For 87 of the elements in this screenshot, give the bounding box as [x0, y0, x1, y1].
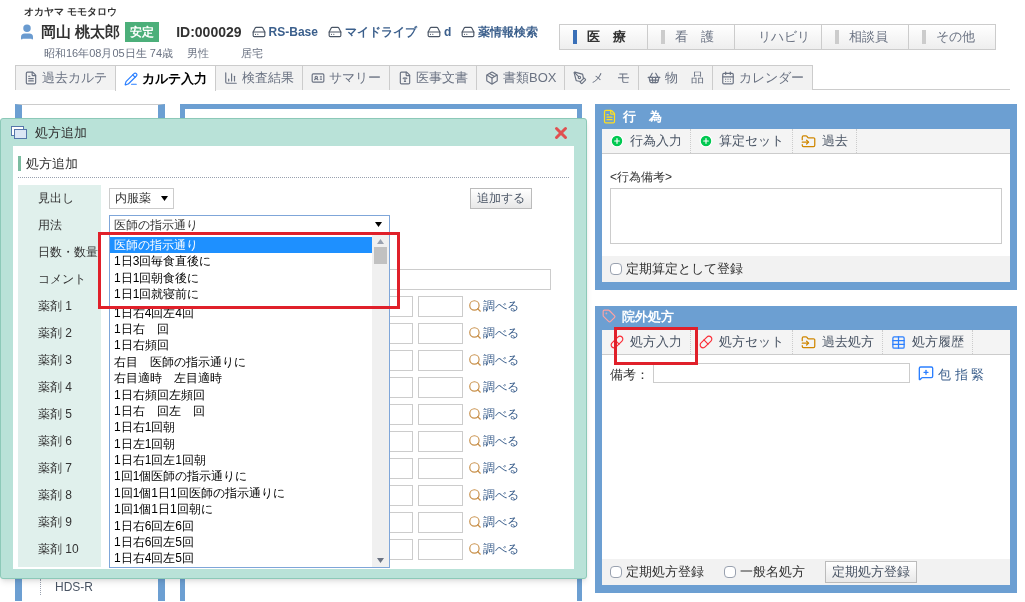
- main-tab[interactable]: 医事文書: [389, 65, 477, 90]
- form-label: 薬剤 8: [38, 487, 73, 504]
- form-label: 見出し: [38, 190, 75, 207]
- department-tab[interactable]: リハビリ: [734, 25, 821, 49]
- toolbar-button[interactable]: 処方履歴: [883, 330, 973, 354]
- form-label: コメント: [38, 271, 87, 288]
- dropdown-option[interactable]: 1日右6回左5回: [110, 534, 372, 551]
- main-tab[interactable]: サマリー: [302, 65, 390, 90]
- add-button[interactable]: 追加する: [470, 187, 532, 209]
- toolbar-button[interactable]: 行為入力: [602, 129, 691, 153]
- form-label: 薬剤 9: [38, 514, 73, 531]
- dropdown-option[interactable]: 右目適時 左目適時: [110, 370, 372, 387]
- note-tags: 包 指 緊: [938, 365, 985, 385]
- main-tab[interactable]: カルテ入力: [115, 65, 216, 91]
- form-label: 薬剤 10: [38, 541, 80, 558]
- main-tab[interactable]: 過去カルテ: [15, 65, 116, 90]
- toolbar-button[interactable]: 過去処方: [793, 330, 883, 354]
- status-badge: 安定: [125, 22, 160, 43]
- section-title: 処方追加: [26, 155, 78, 173]
- regular-prescription-button[interactable]: 定期処方登録: [825, 561, 917, 583]
- dropdown-option[interactable]: 1日右4回左5回: [110, 550, 372, 567]
- drive-link[interactable]: d: [426, 23, 452, 42]
- dropdown-option[interactable]: 1日右6回左6回: [110, 517, 372, 535]
- form-label: 薬剤 1: [38, 298, 73, 315]
- lookup-link[interactable]: 調べる: [468, 351, 519, 369]
- lookup-link[interactable]: 調べる: [468, 405, 519, 423]
- dropdown-option[interactable]: 1日右 回左 回: [110, 402, 372, 420]
- toolbar-button[interactable]: 算定セット: [691, 129, 793, 153]
- checkbox-label: 定期処方登録: [626, 563, 704, 582]
- toolbar-button[interactable]: 過去: [793, 129, 857, 153]
- form-label: 薬剤 7: [38, 460, 73, 477]
- checkbox-label: 定期算定として登録: [626, 260, 743, 279]
- lookup-link[interactable]: 調べる: [468, 513, 519, 531]
- form-label: 日数・数量: [38, 244, 99, 261]
- dropdown-option[interactable]: 1日1回就寝前に: [110, 286, 372, 303]
- modal-title: 処方追加: [35, 123, 87, 142]
- lookup-link[interactable]: 調べる: [468, 324, 519, 342]
- toolbar-button[interactable]: 処方セット: [691, 330, 793, 354]
- note-label: 備考：: [610, 366, 649, 384]
- heading-select[interactable]: 内服薬: [109, 187, 174, 209]
- residence: 居宅: [241, 45, 263, 61]
- note-label: <行為備考>: [610, 169, 673, 186]
- main-tab[interactable]: メ モ: [564, 65, 640, 90]
- usage-select[interactable]: 医師の指示通り: [109, 214, 390, 235]
- dropdown-option[interactable]: 1日左1回朝: [110, 435, 372, 453]
- dropdown-option[interactable]: 1日右頻回: [110, 337, 372, 354]
- dropdown-option[interactable]: 1日3回毎食直後に: [110, 253, 372, 270]
- dropdown-option[interactable]: 右目 医師の指示通りに: [110, 353, 372, 371]
- main-tab[interactable]: 検査結果: [215, 65, 303, 90]
- lookup-link[interactable]: 調べる: [468, 540, 519, 558]
- drive-link[interactable]: マイドライブ: [327, 23, 417, 42]
- lookup-link[interactable]: 調べる: [468, 432, 519, 450]
- drive-link[interactable]: 薬情報検索: [461, 23, 539, 42]
- dropdown-option[interactable]: 1日右1回左1回朝: [110, 452, 372, 469]
- dropdown-option[interactable]: 1日1回朝食後に: [110, 269, 372, 287]
- form-label: 薬剤 5: [38, 406, 73, 423]
- toolbar-button[interactable]: 処方入力: [602, 330, 691, 354]
- main-tab[interactable]: カレンダー: [712, 65, 814, 90]
- dropdown-option[interactable]: 1日右頻回左頻回: [110, 386, 372, 403]
- department-tab[interactable]: 相談員: [821, 25, 908, 49]
- lookup-link[interactable]: 調べる: [468, 297, 519, 315]
- lookup-link[interactable]: 調べる: [468, 459, 519, 477]
- patient-id: ID:000029: [176, 22, 242, 42]
- patient-sex: 男性: [187, 45, 209, 61]
- dropdown-option[interactable]: 1回1個1日1回医師の指示通りに: [110, 484, 372, 502]
- dropdown-option[interactable]: 1回1個医師の指示通りに: [110, 468, 372, 485]
- main-tab[interactable]: 書類BOX: [476, 65, 566, 90]
- lookup-link[interactable]: 調べる: [468, 378, 519, 396]
- department-tab[interactable]: その他: [908, 25, 995, 49]
- lookup-link[interactable]: 調べる: [468, 486, 519, 504]
- dropdown-option[interactable]: 1日右 回: [110, 320, 372, 338]
- patient-kana: オカヤマ モモタロウ: [24, 5, 118, 19]
- form-label: 薬剤 2: [38, 325, 73, 342]
- form-label: 薬剤 4: [38, 379, 73, 396]
- checkbox-label: 一般名処方: [740, 563, 805, 582]
- birth-date: 昭和16年08月05日生 74歳: [44, 45, 173, 61]
- form-label: 薬剤 6: [38, 433, 73, 450]
- dropdown-option[interactable]: 1回1個1日1回朝に: [110, 501, 372, 518]
- main-tab[interactable]: 物 品: [638, 65, 714, 90]
- dropdown-option[interactable]: 1日右1回朝: [110, 419, 372, 436]
- drive-link[interactable]: RS-Base: [251, 23, 318, 42]
- patient-name: 岡山 桃太郎: [41, 22, 121, 42]
- department-tab[interactable]: 看 護: [647, 25, 734, 49]
- form-label: 薬剤 3: [38, 352, 73, 369]
- form-label: 用法: [38, 217, 63, 234]
- panel-title: 行 為: [623, 107, 662, 126]
- panel-title: 院外処方: [622, 309, 674, 324]
